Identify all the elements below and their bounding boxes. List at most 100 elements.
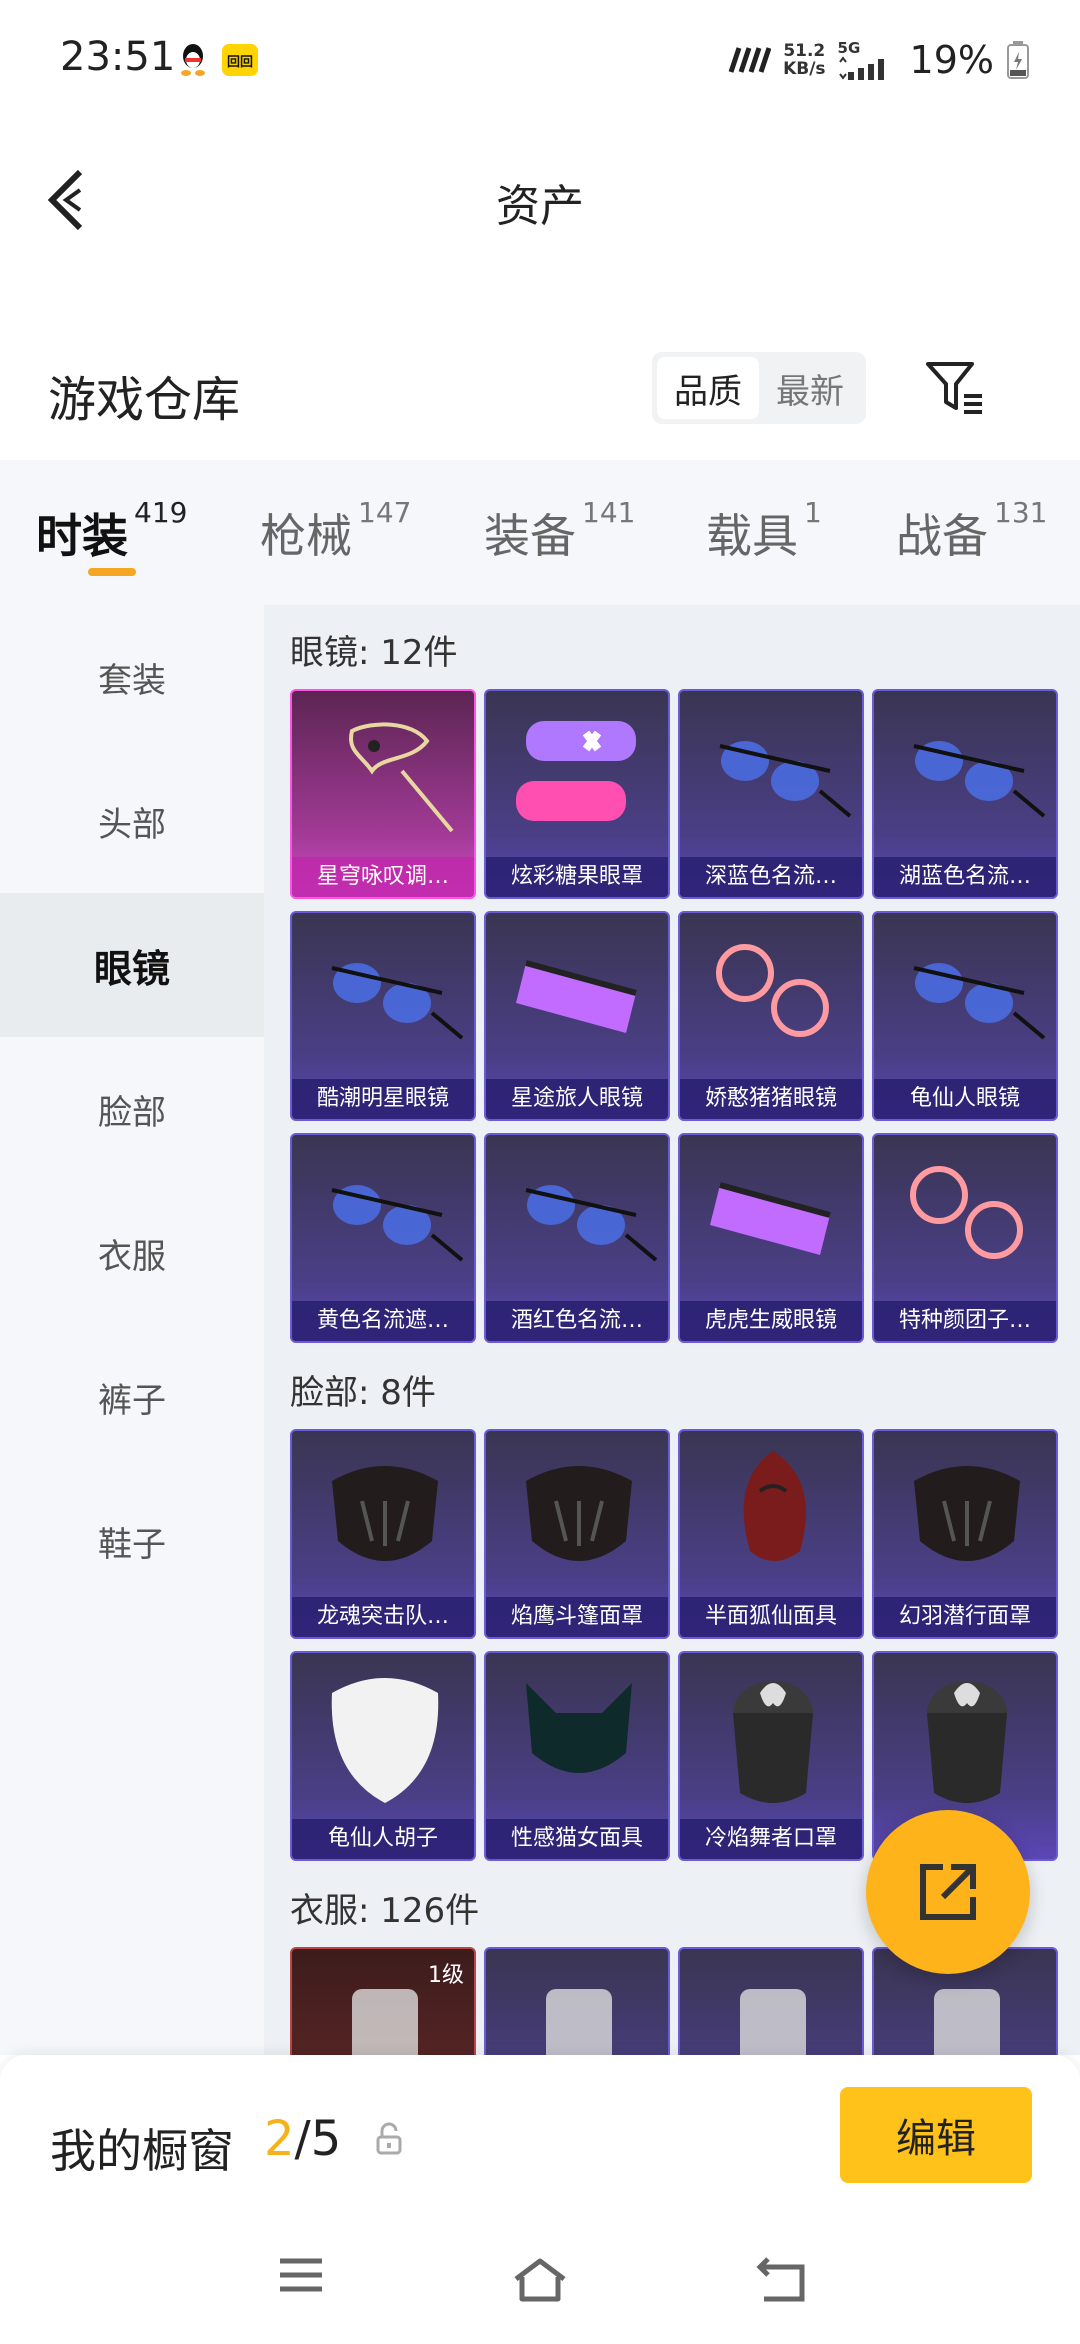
home-icon[interactable] <box>510 2255 570 2305</box>
item-name: 冷焰舞者口罩 <box>680 1819 862 1859</box>
item-level-badge: 1级 <box>428 1963 464 1988</box>
category-tabs: 时装 419 枪械 147 装备 141 载具 1 战备 131 <box>0 460 1080 605</box>
mask-icon <box>349 722 454 833</box>
item-name: 湖蓝色名流… <box>874 857 1056 897</box>
neck-gaiter-icon <box>733 1681 813 1803</box>
item-name: 炫彩糖果眼罩 <box>486 857 668 897</box>
item-card[interactable]: 龙魂突击队… <box>290 1429 476 1639</box>
item-card[interactable]: 冷焰舞者口罩 <box>678 1651 864 1861</box>
item-card[interactable]: 龟仙人胡子 <box>290 1651 476 1861</box>
outfit-icon <box>740 1989 806 2055</box>
face-mask-icon <box>914 1466 1020 1561</box>
showcase-count: 2/5 <box>264 2111 342 2167</box>
cat-mask-icon <box>526 1683 632 1773</box>
beard-icon <box>331 1678 439 1803</box>
section-title: 眼镜: 12件 <box>290 633 458 673</box>
eye-patch-icon <box>516 721 636 821</box>
warehouse-title: 游戏仓库 <box>48 372 241 428</box>
item-name: 半面狐仙面具 <box>680 1597 862 1637</box>
item-name: 深蓝色名流… <box>680 857 862 897</box>
item-name: 星途旅人眼镜 <box>486 1079 668 1119</box>
sidebar-item-suits[interactable]: 套装 <box>0 605 264 749</box>
active-tab-indicator <box>88 568 136 576</box>
sort-toggle: 品质 最新 <box>652 352 866 424</box>
item-card[interactable]: 龟仙人眼镜 <box>872 911 1058 1121</box>
item-name: 龟仙人眼镜 <box>874 1079 1056 1119</box>
battery-percent: 19% <box>909 38 994 82</box>
sunglasses-icon <box>331 1185 464 1262</box>
item-card[interactable]: 1级 <box>290 1947 476 2055</box>
sub-category-sidebar: 套装 头部 眼镜 脸部 衣服 裤子 鞋子 <box>0 605 264 2055</box>
network-type: 5G <box>837 39 861 57</box>
item-card[interactable]: 性感猫女面具 <box>484 1651 670 1861</box>
edit-button[interactable]: 编辑 <box>840 2087 1032 2183</box>
item-card[interactable]: 星途旅人眼镜 <box>484 911 670 1121</box>
filter-icon[interactable] <box>922 356 986 420</box>
sunglasses-icon <box>719 741 852 818</box>
item-card[interactable]: 黄色名流遮… <box>290 1133 476 1343</box>
section-title: 衣服: 126件 <box>290 1891 480 1931</box>
item-card[interactable] <box>484 1947 670 2055</box>
item-name: 焰鹰斗篷面罩 <box>486 1597 668 1637</box>
status-time: 23:51 <box>60 34 176 80</box>
sort-newest-button[interactable]: 最新 <box>759 357 861 419</box>
tab-equipment[interactable]: 装备 141 <box>484 496 635 566</box>
lock-icon <box>376 2122 402 2155</box>
sunglasses-icon <box>913 741 1046 818</box>
glasses-icon <box>716 944 829 1037</box>
sidebar-item-pants[interactable]: 裤子 <box>0 1325 264 1469</box>
item-card[interactable]: 星穹咏叹调… <box>290 689 476 899</box>
sunglasses-icon <box>331 963 464 1040</box>
fox-mask-icon <box>743 1451 806 1561</box>
net-speed: 51.2 KB/s <box>783 41 826 79</box>
item-card[interactable]: 炫彩糖果眼罩 <box>484 689 670 899</box>
item-name: 龟仙人胡子 <box>292 1819 474 1859</box>
item-card[interactable]: 特种颜团子… <box>872 1133 1058 1343</box>
menu-icon[interactable] <box>276 2255 326 2295</box>
battery-icon <box>1007 41 1029 79</box>
share-icon <box>920 1864 976 1920</box>
item-name: 娇憨猪猪眼镜 <box>680 1079 862 1119</box>
item-card[interactable]: 焰鹰斗篷面罩 <box>484 1429 670 1639</box>
sidebar-item-head[interactable]: 头部 <box>0 749 264 893</box>
item-card[interactable]: 娇憨猪猪眼镜 <box>678 911 864 1121</box>
item-card[interactable] <box>678 1947 864 2055</box>
tab-supplies[interactable]: 战备 131 <box>896 496 1047 566</box>
sidebar-item-shoes[interactable]: 鞋子 <box>0 1469 264 1613</box>
tab-fashion[interactable]: 时装 419 <box>36 496 187 566</box>
sidebar-item-face[interactable]: 脸部 <box>0 1037 264 1181</box>
app-badge-icon: 回回 <box>222 44 258 76</box>
item-name: 虎虎生威眼镜 <box>680 1301 862 1341</box>
item-name: 性感猫女面具 <box>486 1819 668 1859</box>
page-title: 资产 <box>496 181 584 232</box>
sunglasses-icon <box>913 963 1046 1040</box>
item-card[interactable]: 虎虎生威眼镜 <box>678 1133 864 1343</box>
back-icon[interactable] <box>752 2255 812 2305</box>
item-card[interactable]: 幻羽潜行面罩 <box>872 1429 1058 1639</box>
face-mask-icon <box>526 1466 632 1561</box>
tab-guns[interactable]: 枪械 147 <box>260 496 411 566</box>
item-name: 黄色名流遮… <box>292 1301 474 1341</box>
item-name: 龙魂突击队… <box>292 1597 474 1637</box>
showcase-label: 我的橱窗 <box>50 2124 234 2178</box>
goggles-icon <box>516 960 637 1033</box>
qq-icon <box>181 44 205 76</box>
item-name: 幻羽潜行面罩 <box>874 1597 1056 1637</box>
sidebar-item-glasses[interactable]: 眼镜 <box>0 893 264 1037</box>
goggles-icon <box>710 1182 831 1255</box>
item-name: 酷潮明星眼镜 <box>292 1079 474 1119</box>
sort-quality-button[interactable]: 品质 <box>657 357 759 419</box>
share-button[interactable] <box>866 1810 1030 1974</box>
item-card[interactable]: 深蓝色名流… <box>678 689 864 899</box>
tab-vehicles[interactable]: 载具 1 <box>706 496 822 566</box>
item-name: 星穹咏叹调… <box>292 857 474 897</box>
sunglasses-icon <box>525 1185 658 1262</box>
item-card[interactable]: 酒红色名流… <box>484 1133 670 1343</box>
item-card[interactable]: 湖蓝色名流… <box>872 689 1058 899</box>
outfit-icon <box>546 1989 612 2055</box>
system-navigation-bar <box>0 2215 1080 2344</box>
status-bar: 23:51 回回 51.2 KB/s 5G 19% <box>0 0 1080 120</box>
sidebar-item-clothes[interactable]: 衣服 <box>0 1181 264 1325</box>
item-card[interactable]: 酷潮明星眼镜 <box>290 911 476 1121</box>
item-card[interactable]: 半面狐仙面具 <box>678 1429 864 1639</box>
